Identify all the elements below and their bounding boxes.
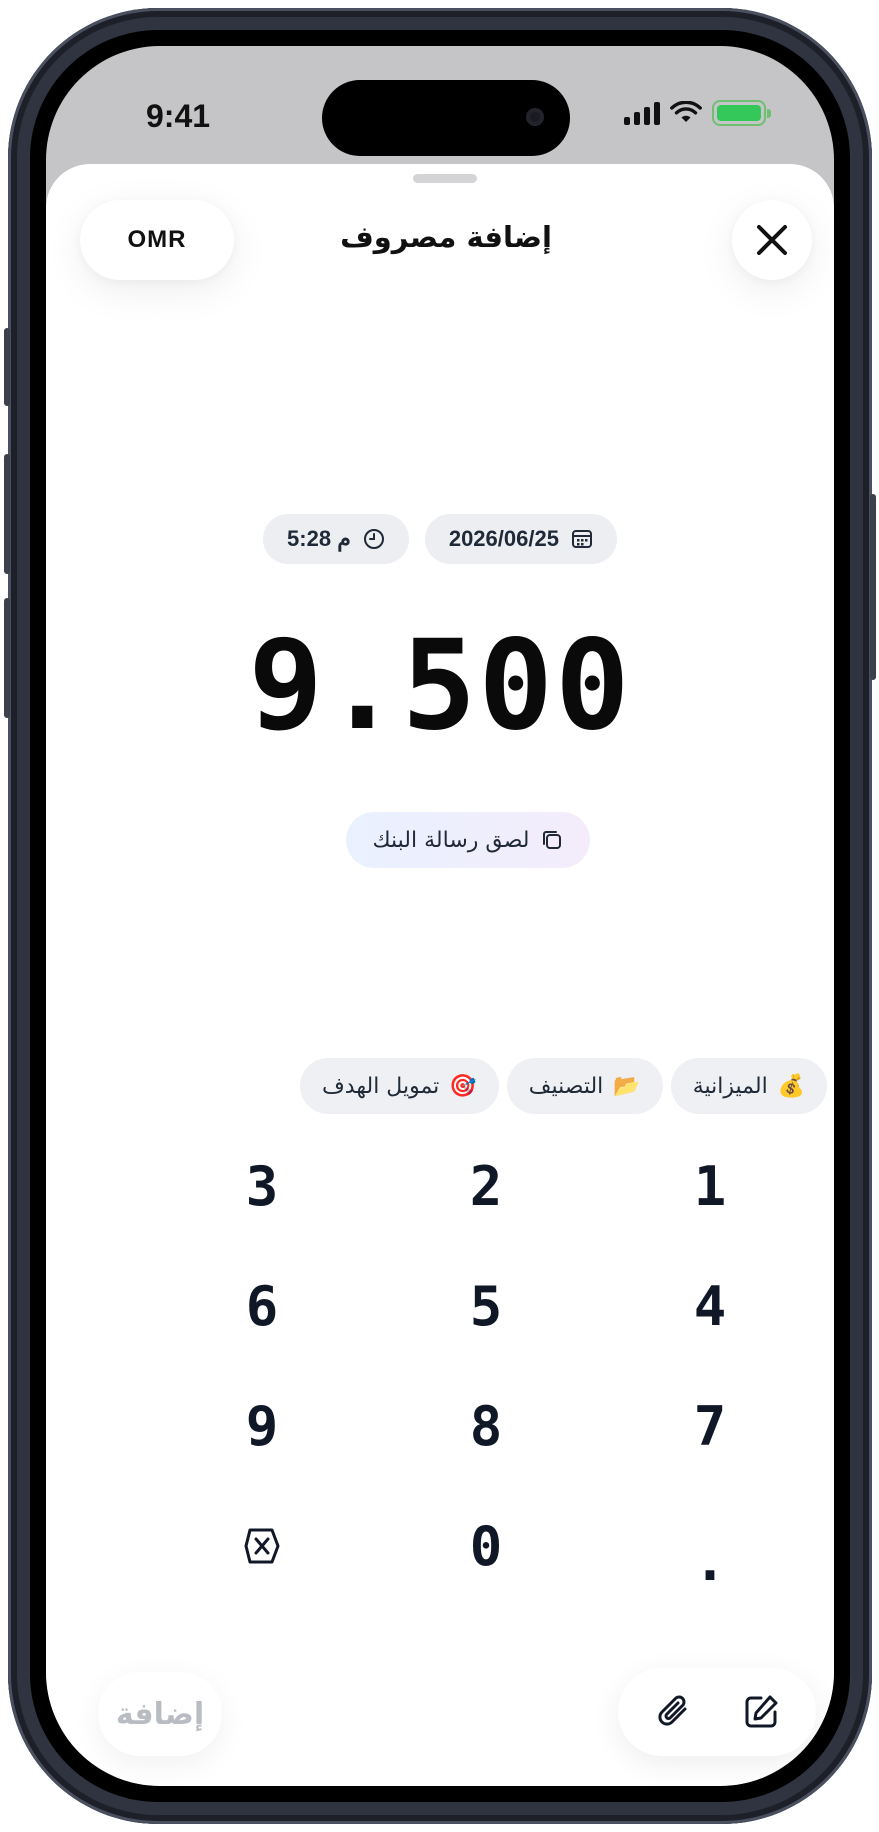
key-5[interactable]: 5: [374, 1246, 598, 1366]
goal-funding-label: تمويل الهدف: [322, 1073, 440, 1099]
sheet-grabber[interactable]: [413, 174, 477, 183]
close-button[interactable]: [732, 200, 812, 280]
category-pill[interactable]: التصنيف 📂: [506, 1058, 663, 1114]
key-8[interactable]: 8: [374, 1366, 598, 1486]
bezel: 9:41 OMR إضافة مصروف 5:28 م 2026/06/25 9…: [30, 30, 850, 1802]
budget-pill[interactable]: الميزانية 💰: [670, 1058, 828, 1114]
key-4[interactable]: 4: [598, 1246, 822, 1366]
power-button: [870, 494, 876, 680]
time-chip[interactable]: 5:28 م: [263, 514, 409, 564]
volume-up-button: [4, 454, 10, 574]
wifi-icon: [670, 101, 702, 122]
date-time-row: 5:28 م 2026/06/25: [46, 514, 834, 564]
add-button[interactable]: إضافة: [98, 1672, 222, 1756]
target-icon: 🎯: [449, 1073, 477, 1099]
key-3[interactable]: 3: [150, 1126, 374, 1246]
status-icons: [624, 100, 771, 126]
paperclip-icon: [657, 1695, 686, 1726]
battery-charging-icon: [712, 100, 771, 126]
number-keypad: 3 2 1 6 5 4 9 8 7 0 .: [150, 1126, 822, 1606]
amount-display: 9.500: [248, 614, 632, 758]
action-button: [4, 328, 10, 406]
folder-icon: 📂: [613, 1073, 641, 1099]
options-row: تمويل الهدف 🎯 التصنيف 📂 الميزانية 💰: [300, 1058, 828, 1114]
category-label: التصنيف: [528, 1073, 604, 1099]
camera-lens: [526, 108, 544, 126]
paste-label: لصق رسالة البنك: [372, 827, 530, 853]
attach-button[interactable]: [646, 1684, 702, 1740]
calendar-icon: [571, 530, 592, 548]
key-2[interactable]: 2: [374, 1126, 598, 1246]
cellular-signal-icon: [624, 101, 660, 125]
money-bag-icon: 💰: [777, 1073, 806, 1099]
currency-button[interactable]: OMR: [80, 200, 234, 280]
volume-down-button: [4, 598, 10, 718]
add-expense-sheet: OMR إضافة مصروف 5:28 م 2026/06/25 9.500 …: [46, 164, 834, 1786]
attachment-tools: [618, 1668, 816, 1756]
goal-funding-pill[interactable]: تمويل الهدف 🎯: [300, 1058, 499, 1114]
date-chip[interactable]: 2026/06/25: [424, 514, 617, 564]
phone-frame: 9:41 OMR إضافة مصروف 5:28 م 2026/06/25 9…: [4, 8, 876, 1824]
key-7[interactable]: 7: [598, 1366, 822, 1486]
key-6[interactable]: 6: [150, 1246, 374, 1366]
decimal-key[interactable]: .: [598, 1486, 822, 1606]
key-1[interactable]: 1: [598, 1126, 822, 1246]
backspace-key[interactable]: [150, 1486, 374, 1606]
date-label: 2026/06/25: [448, 526, 559, 551]
page-title: إضافة مصروف: [340, 220, 552, 254]
budget-label: الميزانية: [692, 1073, 768, 1099]
dynamic-island: [322, 80, 570, 156]
key-9[interactable]: 9: [150, 1366, 374, 1486]
note-button[interactable]: [733, 1684, 789, 1740]
edit-note-icon: [745, 1695, 777, 1728]
backspace-icon: [244, 1528, 280, 1564]
status-time: 9:41: [146, 98, 211, 134]
status-bar: 9:41: [46, 46, 834, 166]
paste-bank-message-button[interactable]: لصق رسالة البنك: [346, 812, 590, 868]
key-0[interactable]: 0: [374, 1486, 598, 1606]
clock-icon: [363, 529, 384, 549]
copy-icon: [542, 831, 561, 849]
screen: 9:41 OMR إضافة مصروف 5:28 م 2026/06/25 9…: [46, 46, 834, 1786]
close-icon: [757, 225, 787, 255]
time-label: 5:28 م: [287, 526, 351, 551]
